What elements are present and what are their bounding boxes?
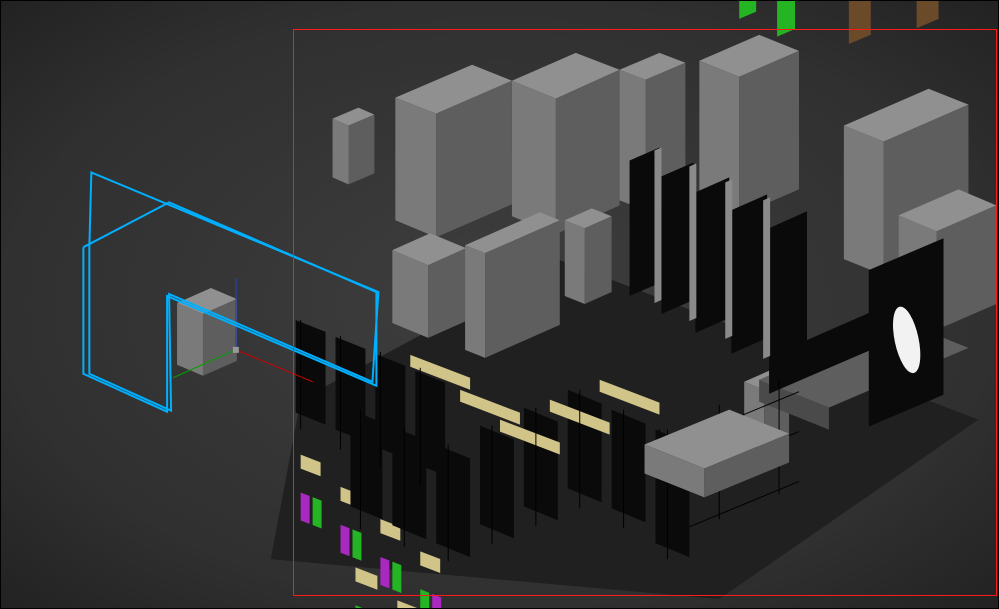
selected-spline[interactable]: [89, 172, 378, 410]
viewport-perspective[interactable]: [0, 0, 999, 609]
scene-3d[interactable]: [1, 1, 998, 608]
